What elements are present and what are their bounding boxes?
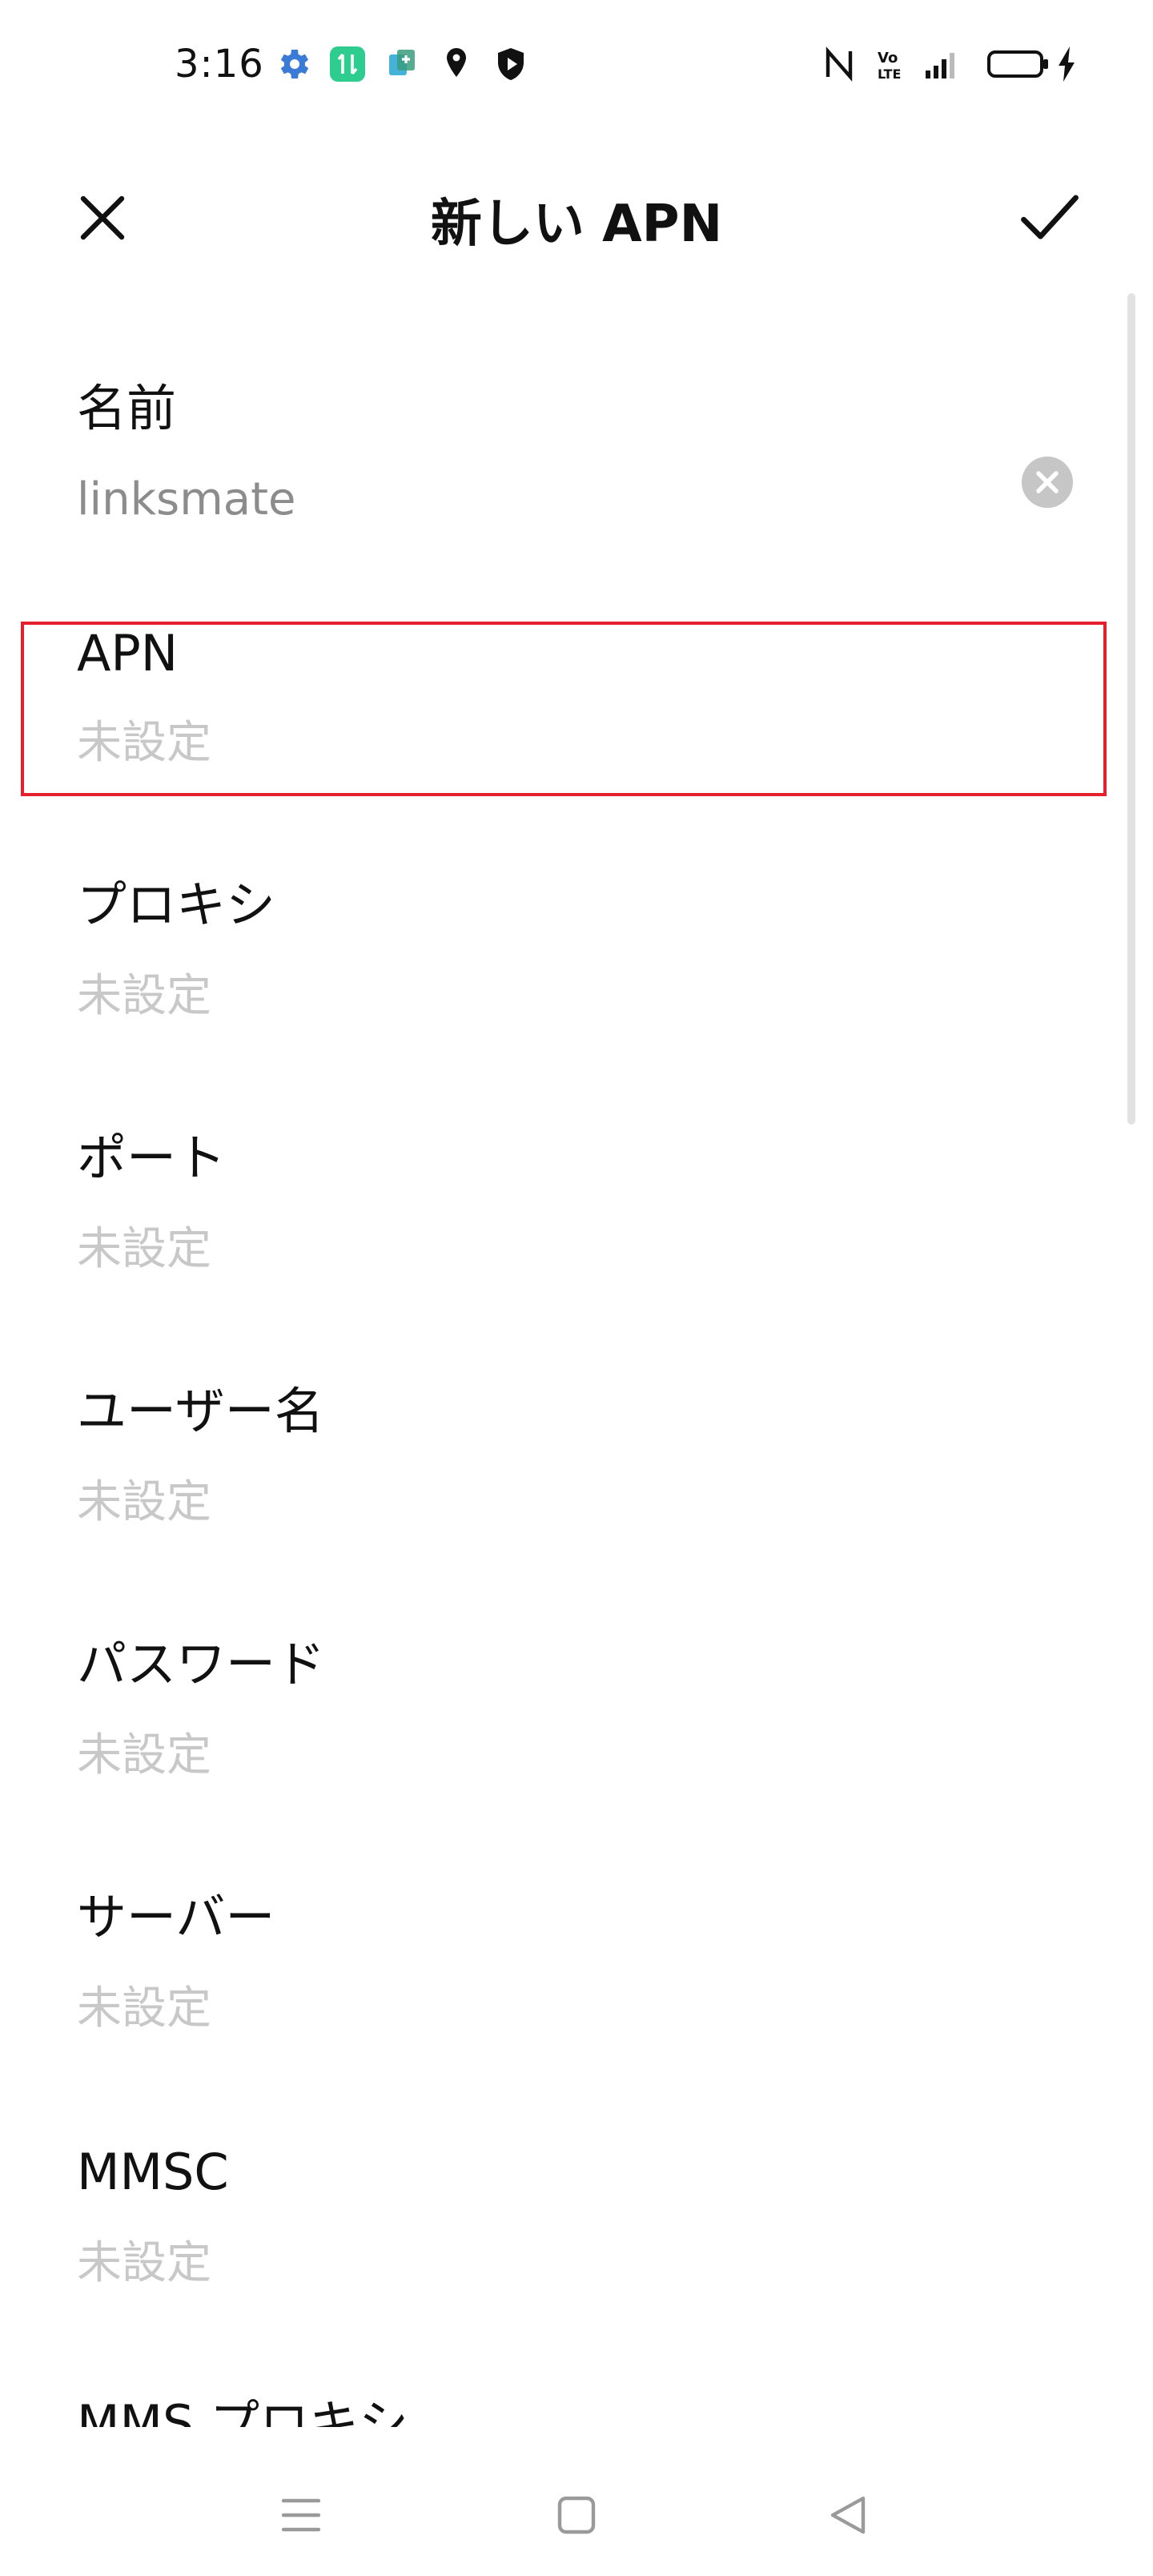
nfc-icon: [826, 46, 853, 82]
field-username[interactable]: ユーザー名 未設定: [77, 1379, 1078, 1535]
charging-bolt-icon: [1059, 46, 1075, 82]
clear-text-icon[interactable]: [1022, 457, 1073, 508]
field-label: パスワード: [77, 1635, 326, 1693]
field-proxy[interactable]: プロキシ 未設定: [77, 873, 1078, 1028]
volte-icon: Vo LTE: [878, 50, 901, 82]
field-value: 未設定: [77, 1729, 211, 1781]
svg-text:Vo: Vo: [878, 50, 898, 66]
home-icon[interactable]: [552, 2491, 601, 2539]
field-label: APN: [77, 624, 179, 682]
signal-icon: [926, 53, 954, 78]
field-value: 未設定: [77, 1982, 211, 2035]
field-label: ポート: [77, 1129, 227, 1187]
field-mmsc[interactable]: MMSC 未設定: [77, 2140, 1078, 2296]
app-clone-icon: [389, 50, 415, 75]
field-label: サーバー: [77, 1888, 275, 1946]
field-mms-proxy[interactable]: MMS プロキシ: [0, 2371, 1153, 2427]
menu-icon[interactable]: [277, 2491, 325, 2539]
back-icon[interactable]: [825, 2491, 873, 2539]
check-icon[interactable]: [1015, 184, 1083, 252]
name-input[interactable]: linksmate: [77, 468, 1078, 532]
field-password[interactable]: パスワード 未設定: [77, 1632, 1078, 1788]
data-transfer-app-icon: [330, 46, 365, 82]
location-pin-icon: [447, 48, 466, 77]
battery-icon: [987, 50, 1048, 78]
page-title: 新しい APN: [430, 195, 723, 254]
header: 新しい APN: [0, 152, 1153, 272]
shield-icon: [498, 48, 524, 80]
field-value: 未設定: [77, 1476, 211, 1528]
field-label: MMSC: [77, 2143, 229, 2201]
field-label: MMS プロキシ: [77, 2394, 409, 2427]
status-bar: 3:16 Vo LTE: [0, 0, 1153, 128]
field-label: ユーザー名: [77, 1382, 324, 1440]
svg-text:LTE: LTE: [878, 66, 901, 82]
field-name[interactable]: 名前 linksmate: [77, 376, 1078, 532]
field-value: 未設定: [77, 717, 211, 769]
field-label: 名前: [77, 379, 177, 437]
field-label: プロキシ: [77, 875, 276, 934]
field-value: 未設定: [77, 1223, 211, 1275]
settings-icon: [280, 50, 309, 78]
field-apn[interactable]: APN 未設定: [77, 622, 1078, 775]
field-port[interactable]: ポート 未設定: [77, 1126, 1078, 1282]
scrollbar[interactable]: [1127, 293, 1135, 1125]
field-value: 未設定: [77, 970, 211, 1022]
navigation-bar: [0, 2451, 1153, 2576]
field-value: 未設定: [77, 2237, 211, 2289]
field-server[interactable]: サーバー 未設定: [77, 1886, 1078, 2041]
status-time: 3:16: [175, 42, 264, 87]
